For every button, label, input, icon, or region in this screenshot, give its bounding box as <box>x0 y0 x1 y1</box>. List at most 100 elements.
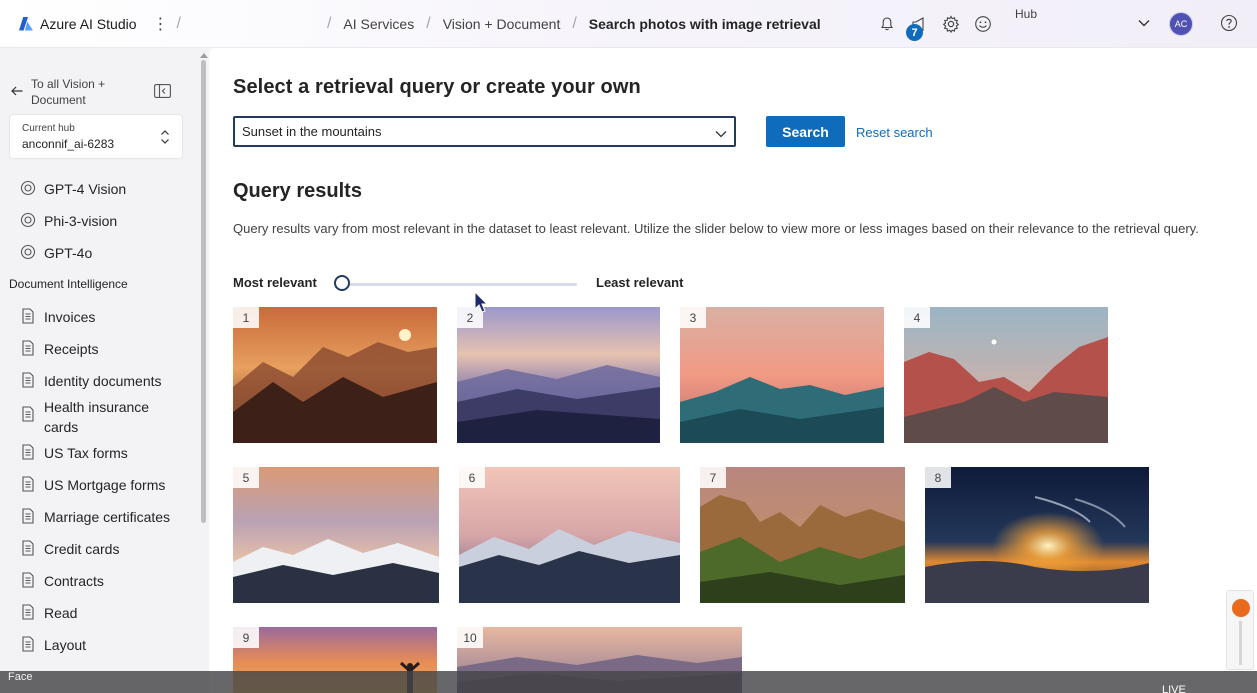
sidebar-item-gpt4o[interactable]: GPT-4o <box>20 243 174 263</box>
sidebar-item-us-tax-forms[interactable]: US Tax forms <box>20 443 174 463</box>
sidebar: To all Vision + Document Current hub anc… <box>0 48 200 693</box>
section-face[interactable]: Face <box>8 671 32 683</box>
result-rank: 4 <box>904 307 930 328</box>
document-icon <box>22 340 34 356</box>
divider: / <box>326 14 332 32</box>
back-to-vision-document-link[interactable]: To all Vision + Document <box>10 76 131 108</box>
divider: / <box>426 14 431 32</box>
page-title: Select a retrieval query or create your … <box>233 76 641 98</box>
sidebar-item-label: Read <box>44 605 78 621</box>
result-rank: 7 <box>700 467 726 488</box>
arrow-left-icon <box>11 86 23 96</box>
page-scroll-widget[interactable] <box>1226 590 1254 670</box>
document-icon <box>22 406 34 422</box>
result-image-8[interactable]: 8 <box>925 467 1149 603</box>
live-label: LIVE <box>1162 684 1186 693</box>
sidebar-item-label: Credit cards <box>44 541 120 557</box>
result-image-1[interactable]: 1 <box>233 307 437 443</box>
top-header: Azure AI Studio ⋮ / / AI Services / Visi… <box>0 0 1257 48</box>
document-icon <box>22 476 34 492</box>
hub-card-label: Current hub <box>22 123 75 134</box>
brand[interactable]: Azure AI Studio <box>18 16 137 32</box>
sidebar-item-receipts[interactable]: Receipts <box>20 339 174 359</box>
header-actions: 7 <box>876 0 1004 48</box>
more-options-icon[interactable]: ⋮ <box>153 14 169 34</box>
azure-logo-icon <box>19 16 33 30</box>
document-icon <box>22 572 34 588</box>
sidebar-item-label: Marriage certificates <box>44 509 171 525</box>
result-image-3[interactable]: 3 <box>680 307 884 443</box>
result-photo <box>457 307 660 443</box>
hub-label: Hub <box>1015 7 1038 21</box>
sidebar-item-label: US Tax forms <box>44 445 128 461</box>
result-image-2[interactable]: 2 <box>457 307 660 443</box>
divider: / <box>176 14 181 32</box>
bell-icon[interactable] <box>876 13 898 35</box>
query-value: Sunset in the mountains <box>242 124 382 139</box>
sidebar-item-label: GPT-4 Vision <box>44 181 127 197</box>
breadcrumb-current-page: Search photos with image retrieval <box>588 15 821 32</box>
result-rank: 5 <box>233 467 259 488</box>
breadcrumb-ai-services[interactable]: AI Services <box>343 16 414 32</box>
notification-badge: 7 <box>906 24 923 41</box>
collapse-sidebar-icon[interactable] <box>154 84 171 103</box>
smiley-icon[interactable] <box>972 13 994 35</box>
sidebar-item-identity-documents[interactable]: Identity documents <box>20 371 174 391</box>
sidebar-item-gpt4-vision[interactable]: GPT-4 Vision <box>20 179 174 199</box>
back-link-label: To all Vision + Document <box>31 77 106 107</box>
breadcrumb-vision-document[interactable]: Vision + Document <box>443 16 561 32</box>
help-icon[interactable] <box>1220 14 1238 37</box>
result-image-5[interactable]: 5 <box>233 467 439 603</box>
chevron-down-icon <box>715 127 727 142</box>
sidebar-item-label: Identity documents <box>44 373 162 389</box>
result-image-7[interactable]: 7 <box>700 467 905 603</box>
result-rank: 1 <box>233 307 259 328</box>
sidebar-item-credit-cards[interactable]: Credit cards <box>20 539 174 559</box>
sidebar-item-layout[interactable]: Layout <box>20 635 174 655</box>
sidebar-item-read[interactable]: Read <box>20 603 174 623</box>
result-photo <box>233 467 439 603</box>
reset-search-link[interactable]: Reset search <box>856 125 933 140</box>
document-icon <box>22 308 34 324</box>
result-photo <box>459 467 680 603</box>
result-rank: 10 <box>457 627 483 648</box>
retrieval-query-dropdown[interactable]: Sunset in the mountains <box>233 116 736 147</box>
relevance-slider-track[interactable] <box>349 283 577 286</box>
sidebar-item-label: GPT-4o <box>44 245 93 261</box>
breadcrumb: / AI Services / Vision + Document / Sear… <box>315 15 821 33</box>
sidebar-item-marriage-certificates[interactable]: Marriage certificates <box>20 507 184 527</box>
sidebar-item-label: Health insurance cards <box>44 399 150 435</box>
sidebar-item-invoices[interactable]: Invoices <box>20 307 174 327</box>
result-photo <box>925 467 1149 603</box>
result-image-4[interactable]: 4 <box>904 307 1108 443</box>
gear-icon[interactable] <box>940 13 962 35</box>
sidebar-item-label: US Mortgage forms <box>44 477 166 493</box>
sidebar-item-us-mortgage-forms[interactable]: US Mortgage forms <box>20 475 174 495</box>
scroll-up-arrow[interactable] <box>200 53 208 58</box>
sidebar-item-health-insurance-cards[interactable]: Health insurance cards <box>20 397 174 437</box>
avatar[interactable]: AC <box>1169 12 1193 36</box>
relevance-slider-thumb[interactable] <box>334 275 350 291</box>
vision-model-icon <box>20 212 36 228</box>
chevron-up-down-icon <box>160 129 170 150</box>
bottom-overlay: Face LIVE <box>0 671 1257 693</box>
result-image-6[interactable]: 6 <box>459 467 680 603</box>
megaphone-icon[interactable]: 7 <box>906 13 930 41</box>
app-name: Azure AI Studio <box>40 15 137 32</box>
result-photo <box>233 307 437 443</box>
result-photo <box>700 467 905 603</box>
document-icon <box>22 508 34 524</box>
sidebar-scrollbar[interactable] <box>201 60 206 523</box>
sidebar-item-label: Contracts <box>44 573 104 589</box>
record-indicator-icon <box>1232 599 1250 617</box>
sidebar-item-phi3-vision[interactable]: Phi-3-vision <box>20 211 174 231</box>
results-title: Query results <box>233 180 362 202</box>
search-button[interactable]: Search <box>766 116 845 147</box>
sidebar-item-label: Receipts <box>44 341 99 357</box>
sidebar-item-contracts[interactable]: Contracts <box>20 571 174 591</box>
scroll-track[interactable] <box>1239 621 1242 665</box>
chevron-down-icon[interactable] <box>1137 16 1151 35</box>
current-hub-selector[interactable]: Current hub anconnif_ai-6283 <box>9 114 183 159</box>
slider-min-label: Most relevant <box>233 275 317 290</box>
result-rank: 8 <box>925 467 951 488</box>
